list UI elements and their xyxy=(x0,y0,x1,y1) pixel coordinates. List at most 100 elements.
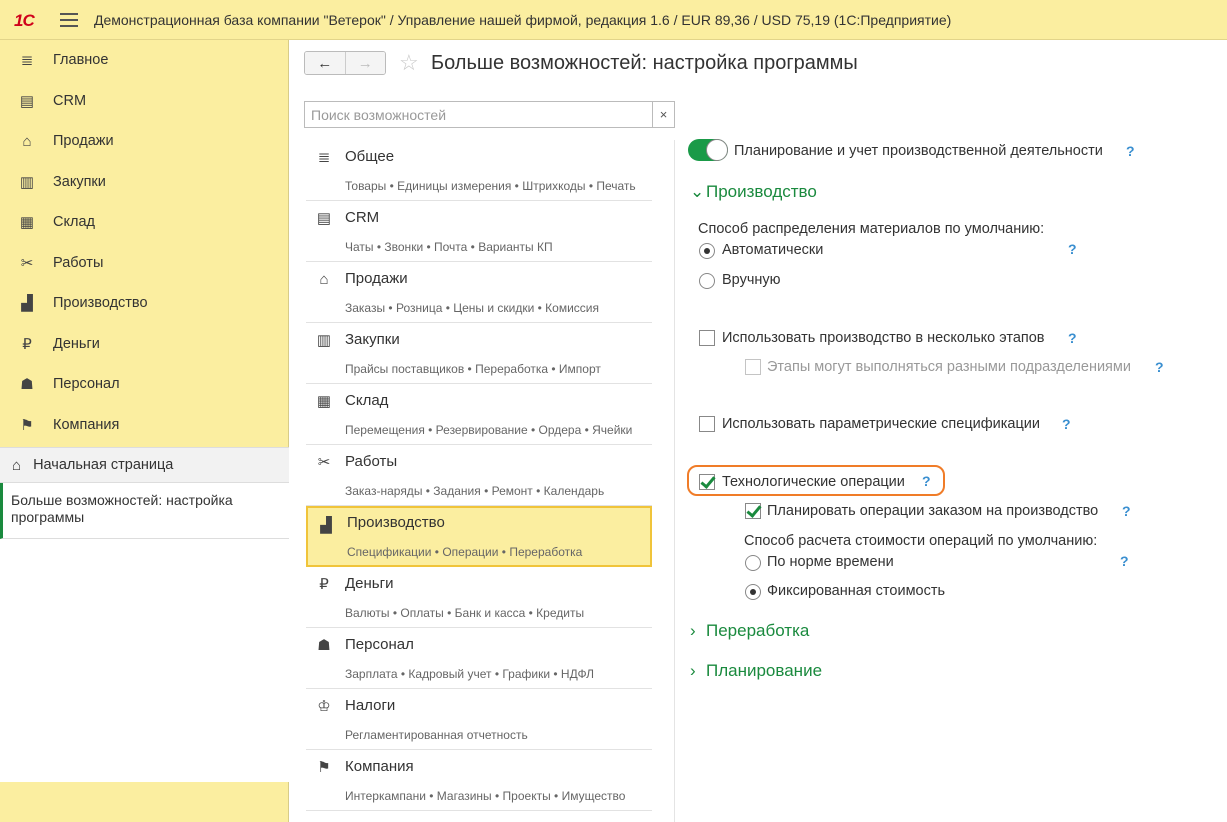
forward-button[interactable]: → xyxy=(344,52,385,74)
tech-operations-checkbox[interactable] xyxy=(699,474,715,490)
section-subtitle: Валюты • Оплаты • Банк и касса • Кредиты xyxy=(345,606,585,620)
help-icon[interactable]: ? xyxy=(1120,553,1129,569)
open-tab-settings[interactable]: Больше возможностей: настройка программы xyxy=(0,483,289,539)
section-subtitle: Товары • Единицы измерения • Штрихкоды •… xyxy=(345,179,636,193)
group-production-label: Производство xyxy=(706,182,817,201)
sidebar-item-label: Главное xyxy=(53,52,109,69)
section-item-2[interactable]: ⌂ Продажи Заказы • Розница • Цены и скидки… xyxy=(306,262,652,323)
section-title: Налоги xyxy=(345,697,396,714)
sidebar-item-label: Компания xyxy=(53,416,120,433)
people-icon: ☗ xyxy=(317,637,331,654)
title-bar: 1С Демонстрационная база компании "Ветер… xyxy=(0,0,1227,40)
open-windows-panel: ⌂ Начальная страница Больше возможностей… xyxy=(0,447,289,782)
cart-icon: ▥ xyxy=(19,173,35,191)
stages-departments-label: Этапы могут выполняться разными подразде… xyxy=(767,359,1131,375)
help-icon[interactable]: ? xyxy=(1155,359,1164,375)
section-item-7[interactable]: ₽ Деньги Валюты • Оплаты • Банк и касса • … xyxy=(306,567,652,628)
logo-text: 1С xyxy=(14,10,35,30)
sidebar-item-label: Работы xyxy=(53,254,104,271)
sidebar-item-4[interactable]: ▦ Склад xyxy=(0,202,288,243)
group-planning[interactable]: › Планирование xyxy=(690,661,822,681)
section-item-1[interactable]: ▤ CRM Чаты • Звонки • Почта • Варианты КП xyxy=(306,201,652,262)
hamburger-menu-icon[interactable] xyxy=(60,12,78,27)
help-icon[interactable]: ? xyxy=(1068,241,1077,257)
back-button[interactable]: ← xyxy=(305,52,345,74)
stages-departments-checkbox[interactable] xyxy=(745,359,761,375)
section-item-5[interactable]: ✂ Работы Заказ-наряды • Задания • Ремонт •… xyxy=(306,445,652,506)
panel-divider xyxy=(674,140,675,822)
clear-search-button[interactable]: × xyxy=(652,102,674,127)
factory-icon: ▟ xyxy=(21,295,33,313)
home-icon: ⌂ xyxy=(12,456,22,474)
multi-stage-checkbox[interactable] xyxy=(699,330,715,346)
favorite-star-icon[interactable]: ☆ xyxy=(399,50,419,76)
radio-manual-label: Вручную xyxy=(722,272,781,288)
toggle-knob xyxy=(706,139,728,161)
parametric-specs-checkbox[interactable] xyxy=(699,416,715,432)
radio-fixed-cost[interactable] xyxy=(745,584,761,600)
section-subtitle: Заказ-наряды • Задания • Ремонт • Календ… xyxy=(345,484,605,498)
production-toggle[interactable] xyxy=(688,139,728,161)
section-subtitle: Интеркампани • Магазины • Проекты • Имущ… xyxy=(345,789,626,803)
help-icon[interactable]: ? xyxy=(922,473,931,489)
section-item-10[interactable]: ⚑ Компания Интеркампани • Магазины • Проек… xyxy=(306,750,652,811)
search-box: × xyxy=(304,101,675,128)
ruble-coin-icon: ₽ xyxy=(22,335,32,353)
sidebar-item-3[interactable]: ▥ Закупки xyxy=(0,162,288,203)
plan-operations-checkbox[interactable] xyxy=(745,503,761,519)
tools-icon: ✂ xyxy=(20,254,34,272)
page-title: Больше возможностей: настройка программы xyxy=(431,52,858,74)
1c-logo[interactable]: 1С xyxy=(14,10,54,30)
section-subtitle: Перемещения • Резервирование • Ордера • … xyxy=(345,423,633,437)
sidebar-item-8[interactable]: ☗ Персонал xyxy=(0,364,288,405)
help-icon[interactable]: ? xyxy=(1122,503,1131,519)
cart-icon: ▥ xyxy=(316,332,332,349)
group-production[interactable]: ⌄ Производство xyxy=(690,182,817,202)
section-title: Персонал xyxy=(345,636,414,653)
radio-fixed-cost-label: Фиксированная стоимость xyxy=(767,583,946,599)
sidebar-item-label: Склад xyxy=(53,214,95,231)
section-subtitle: Заказы • Розница • Цены и скидки • Комис… xyxy=(345,301,600,315)
radio-manual[interactable] xyxy=(699,273,715,289)
sidebar-item-9[interactable]: ⚑ Компания xyxy=(0,405,288,446)
chevron-right-icon: › xyxy=(690,661,696,680)
home-page-label: Начальная страница xyxy=(33,457,174,473)
radio-time-norm[interactable] xyxy=(745,555,761,571)
section-item-0[interactable]: ≣ Общее Товары • Единицы измерения • Штрих… xyxy=(306,140,652,201)
warehouse-icon: ▦ xyxy=(19,214,35,232)
group-processing[interactable]: › Переработка xyxy=(690,621,809,641)
section-title: CRM xyxy=(345,209,380,226)
sidebar-item-6[interactable]: ▟ Производство xyxy=(0,283,288,324)
sidebar-menu: ≣ Главное ▤ CRM ⌂ Продажи ▥ Закупки ▦ Склад ✂ Работ… xyxy=(0,40,288,486)
flag-icon: ⚑ xyxy=(317,759,331,776)
production-toggle-label: Планирование и учет производственной дея… xyxy=(734,143,1103,159)
app-title: Демонстрационная база компании "Ветерок"… xyxy=(94,11,952,28)
section-item-4[interactable]: ▦ Склад Перемещения • Резервирование • Орд… xyxy=(306,384,652,445)
menu-list-icon: ≣ xyxy=(317,149,331,166)
section-item-3[interactable]: ▥ Закупки Прайсы поставщиков • Переработка… xyxy=(306,323,652,384)
sidebar-item-label: Деньги xyxy=(53,335,100,352)
sidebar-item-5[interactable]: ✂ Работы xyxy=(0,243,288,284)
search-input[interactable] xyxy=(305,102,652,127)
help-icon[interactable]: ? xyxy=(1068,330,1077,346)
sidebar-item-2[interactable]: ⌂ Продажи xyxy=(0,121,288,162)
factory-icon: ▟ xyxy=(320,517,332,534)
section-item-9[interactable]: ♔ Налоги Регламентированная отчетность xyxy=(306,689,652,750)
sidebar-item-0[interactable]: ≣ Главное xyxy=(0,40,288,81)
section-subtitle: Чаты • Звонки • Почта • Варианты КП xyxy=(345,240,553,254)
help-icon[interactable]: ? xyxy=(1062,416,1071,432)
section-title: Общее xyxy=(345,148,395,165)
eagle-emblem-icon: ♔ xyxy=(317,698,331,715)
sidebar-item-7[interactable]: ₽ Деньги xyxy=(0,324,288,365)
sidebar-item-label: Производство xyxy=(53,295,148,312)
section-item-6[interactable]: ▟ Производство Спецификации • Операции • П… xyxy=(306,506,652,567)
help-icon[interactable]: ? xyxy=(1126,143,1135,159)
sidebar-item-1[interactable]: ▤ CRM xyxy=(0,81,288,122)
ruble-coin-icon: ₽ xyxy=(319,576,329,593)
radio-automatic[interactable] xyxy=(699,243,715,259)
section-title: Склад xyxy=(345,392,389,409)
people-icon: ☗ xyxy=(20,376,34,394)
section-item-8[interactable]: ☗ Персонал Зарплата • Кадровый учет • Граф… xyxy=(306,628,652,689)
section-title: Компания xyxy=(345,758,414,775)
home-page-link[interactable]: ⌂ Начальная страница xyxy=(0,447,289,483)
